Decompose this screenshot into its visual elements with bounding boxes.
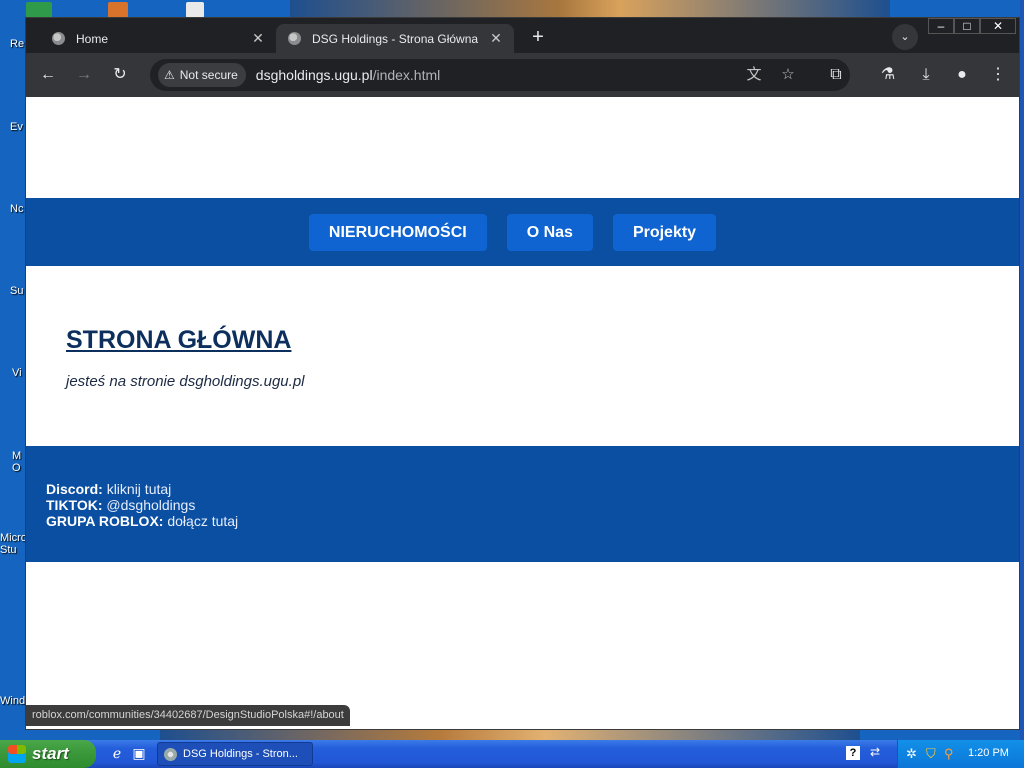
system-tray: ✲ ⛉ ⚲ 1:20 PM	[897, 740, 1024, 768]
page-subtitle: jesteś na stronie dsgholdings.ugu.pl	[66, 373, 305, 390]
clock[interactable]: 1:20 PM	[968, 747, 1009, 759]
search-icon[interactable]: ⚲	[944, 746, 954, 762]
start-label: start	[32, 744, 69, 763]
taskbar: start ℯ ▣ DSG Holdings - Stron... ? ⇄ ✲ …	[0, 740, 1024, 768]
tray-settings-icon[interactable]: ✲	[906, 746, 917, 762]
taskbar-item-label: DSG Holdings - Stron...	[183, 748, 298, 760]
status-url-bubble: roblox.com/communities/34402687/DesignSt…	[26, 705, 350, 726]
star-icon[interactable]: ☆	[776, 63, 800, 87]
site-header	[26, 97, 1019, 198]
desktop-recycle-icon[interactable]	[26, 2, 52, 18]
menu-kebab-icon[interactable]: ⋮	[986, 63, 1010, 87]
security-chip[interactable]: ⚠ Not secure	[158, 63, 246, 87]
desktop-icon-label[interactable]: Wind	[0, 695, 26, 707]
plus-icon[interactable]: +	[526, 26, 550, 50]
nav-projekty[interactable]: Projekty	[612, 213, 717, 251]
footer-tiktok: TIKTOK: @dsgholdings	[46, 497, 1019, 513]
url-text[interactable]: dsgholdings.ugu.pl/index.html	[256, 67, 440, 83]
url-host: dsgholdings.ugu.pl	[255, 67, 373, 83]
extensions-icon[interactable]: ⧉	[824, 63, 848, 87]
tab-title: Home	[76, 31, 109, 46]
close-window-icon[interactable]: ✕	[980, 18, 1016, 34]
desktop-app-icon[interactable]	[108, 2, 128, 18]
reload-icon[interactable]: ↻	[108, 63, 132, 87]
footer-roblox: GRUPA ROBLOX: dołącz tutaj	[46, 513, 1019, 529]
globe-icon	[52, 32, 65, 45]
chrome-icon	[164, 747, 177, 761]
url-path: /index.html	[372, 67, 441, 83]
footer-discord: Discord: kliknij tutaj	[46, 481, 1019, 497]
download-icon[interactable]: ⤓	[914, 63, 938, 87]
desktop-icon-label[interactable]: Micro Stu	[0, 532, 26, 556]
address-bar[interactable]: ⚠ Not secure dsgholdings.ugu.pl/index.ht…	[150, 59, 850, 91]
windows-flag-icon	[8, 745, 26, 763]
desktop-quicklaunch-icon[interactable]: ▣	[130, 745, 148, 763]
page-viewport: NIERUCHOMOŚCI O Nas Projekty STRONA GŁÓW…	[26, 97, 1019, 729]
page-title: STRONA GŁÓWNA	[66, 326, 292, 354]
profile-avatar-icon[interactable]: ●	[950, 63, 974, 87]
labs-flask-icon[interactable]: ⚗	[876, 63, 900, 87]
browser-window: Home ✕ DSG Holdings - Strona Główna ✕ + …	[25, 17, 1020, 730]
tab-title: DSG Holdings - Strona Główna	[312, 31, 479, 46]
ie-quicklaunch-icon[interactable]: ℯ	[108, 745, 126, 763]
help-icon[interactable]: ?	[846, 746, 860, 760]
desktop-icon-label[interactable]: M O	[12, 450, 24, 474]
footer-label: Discord:	[46, 481, 103, 497]
security-shield-icon[interactable]: ⛉	[926, 746, 936, 762]
maximize-icon[interactable]: □	[954, 18, 980, 34]
globe-icon	[288, 32, 301, 45]
main-content: STRONA GŁÓWNA jesteś na stronie dsgholdi…	[26, 266, 1019, 446]
browser-toolbar: ← → ↻ ⚠ Not secure dsgholdings.ugu.pl/in…	[26, 53, 1019, 97]
translate-icon[interactable]: 文	[742, 63, 766, 87]
footer-tiktok-link[interactable]: @dsgholdings	[106, 497, 195, 513]
tab-home[interactable]: Home ✕	[40, 24, 276, 53]
forward-arrow-icon[interactable]: →	[72, 63, 96, 87]
minimize-icon[interactable]: –	[928, 18, 954, 34]
chevron-down-icon[interactable]: ⌄	[892, 24, 918, 50]
network-icon[interactable]: ⇄	[866, 745, 884, 763]
footer-label: GRUPA ROBLOX:	[46, 513, 164, 529]
desktop-file-icon[interactable]	[186, 2, 204, 18]
close-icon[interactable]: ✕	[250, 30, 266, 47]
nav-o-nas[interactable]: O Nas	[506, 213, 593, 251]
footer-discord-link[interactable]: kliknij tutaj	[107, 481, 172, 497]
footer-roblox-link[interactable]: dołącz tutaj	[167, 513, 238, 529]
tab-strip: Home ✕ DSG Holdings - Strona Główna ✕ + …	[26, 18, 1019, 53]
site-nav: NIERUCHOMOŚCI O Nas Projekty	[26, 198, 1019, 266]
wallpaper-strip-top	[290, 0, 890, 18]
footer-label: TIKTOK:	[46, 497, 103, 513]
security-label: Not secure	[179, 68, 238, 82]
start-button[interactable]: start	[0, 740, 96, 768]
close-icon[interactable]: ✕	[488, 30, 504, 47]
taskbar-item-browser[interactable]: DSG Holdings - Stron...	[157, 742, 313, 766]
site-footer: Discord: kliknij tutaj TIKTOK: @dsgholdi…	[26, 446, 1019, 562]
warning-triangle-icon: ⚠	[164, 68, 175, 82]
wallpaper-strip-right	[1020, 0, 1024, 740]
tab-dsg-holdings[interactable]: DSG Holdings - Strona Główna ✕	[276, 24, 514, 53]
nav-nieruchomosci[interactable]: NIERUCHOMOŚCI	[308, 213, 487, 251]
back-arrow-icon[interactable]: ←	[36, 63, 60, 87]
